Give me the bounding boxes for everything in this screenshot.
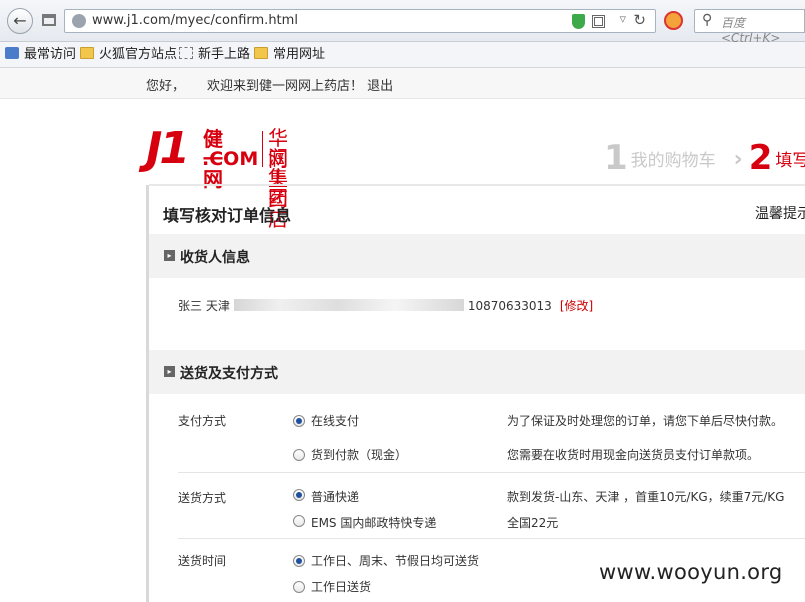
qr-code-icon[interactable] <box>592 15 605 28</box>
bookmark-icon <box>5 47 19 59</box>
logo-domain: .COM <box>202 148 259 170</box>
checkout-steps: 1 我的购物车 › 2 填写 <box>604 138 805 178</box>
bookmark-common-sites[interactable]: 常用网址 <box>254 46 325 64</box>
delivery-time-label: 送货时间 <box>178 554 227 568</box>
normal-express-note: 款到发货-山东、天津 ，首重10元/KG，续重7元/KG <box>507 490 785 504</box>
url-text[interactable]: www.j1.com/myec/confirm.html <box>92 13 298 28</box>
search-icon: ⚲ <box>702 12 713 28</box>
radio-ems[interactable] <box>293 515 305 527</box>
top-welcome-bar: 您好， 欢迎来到健一网网上药店！ 退出 <box>0 68 805 99</box>
option-workday[interactable]: 工作日送货 <box>311 578 371 595</box>
back-button[interactable]: ← <box>7 8 33 34</box>
redacted-address <box>233 299 464 311</box>
folder-icon <box>80 47 94 59</box>
receiver-info: 张三 天津 10870633013 [修改] <box>178 297 593 314</box>
step-number: 1 <box>604 138 628 178</box>
bookmark-getting-started[interactable]: 新手上路 <box>179 46 250 64</box>
section-title: 送货及支付方式 <box>180 366 278 382</box>
logo-separator <box>262 131 263 167</box>
ems-note: 全国22元 <box>507 516 559 530</box>
receiver-section-header: ▸ 收货人信息 <box>149 234 805 278</box>
addon-block-icon[interactable] <box>664 11 683 30</box>
globe-icon <box>72 14 86 28</box>
bookmark-label: 火狐官方站点 <box>99 47 178 62</box>
radio-any-day[interactable] <box>293 555 305 567</box>
option-online-pay[interactable]: 在线支付 <box>311 412 359 429</box>
receiver-phone: 10870633013 <box>467 299 552 313</box>
shield-icon[interactable] <box>572 14 585 29</box>
radio-workday[interactable] <box>293 581 305 593</box>
option-normal-express[interactable]: 普通快递 <box>311 488 359 505</box>
address-bar[interactable]: www.j1.com/myec/confirm.html ▿ ↻ <box>64 9 656 33</box>
bookmark-label: 最常访问 <box>24 47 77 62</box>
modify-receiver-link[interactable]: [修改] <box>560 299 593 313</box>
bookmark-label: 常用网址 <box>273 47 326 62</box>
step-label: 填写 <box>775 151 805 171</box>
receiver-name: 张三 天津 <box>178 299 230 313</box>
page-title: 填写核对订单信息 <box>163 206 292 225</box>
bookmark-firefox-site[interactable]: 火狐官方站点 <box>80 46 177 64</box>
welcome-message: 欢迎来到健一网网上药店！ <box>207 79 364 94</box>
step-label: 我的购物车 <box>630 151 716 171</box>
section-title: 收货人信息 <box>180 250 250 266</box>
step-fill-order: 2 填写 <box>749 138 805 178</box>
content-top-rule <box>149 184 805 186</box>
radio-online-pay[interactable] <box>293 415 305 427</box>
step-arrow-icon: › <box>733 147 743 172</box>
divider <box>178 538 805 539</box>
collapse-icon[interactable]: ▸ <box>164 250 175 261</box>
radio-normal-express[interactable] <box>293 489 305 501</box>
logout-link[interactable]: 退出 <box>367 79 393 94</box>
delivery-section-header: ▸ 送货及支付方式 <box>149 350 805 394</box>
payment-method-label: 支付方式 <box>178 414 227 428</box>
option-any-day[interactable]: 工作日、周末、节假日均可送货 <box>311 552 479 569</box>
step-number: 2 <box>748 138 773 178</box>
reload-icon[interactable]: ↻ <box>633 11 646 29</box>
divider <box>178 472 805 473</box>
folder-icon <box>254 47 268 59</box>
bookmarks-bar: 最常访问 火狐官方站点 新手上路 常用网址 <box>0 42 805 68</box>
watermark: www.wooyun.org <box>599 560 783 584</box>
tip-heading: 温馨提示 <box>755 206 805 222</box>
welcome-text: 您好， 欢迎来到健一网网上药店！ 退出 <box>146 75 393 94</box>
cod-note: 您需要在收货时用现金向送货员支付订单款项。 <box>507 448 760 462</box>
dropdown-arrow-icon[interactable]: ▿ <box>619 12 626 27</box>
greeting: 您好， <box>146 79 186 94</box>
search-placeholder: 百度 <Ctrl+K> <box>721 16 781 45</box>
shipping-method-label: 送货方式 <box>178 491 227 505</box>
step-cart: 1 我的购物车 <box>604 138 716 178</box>
page-icon <box>179 47 193 59</box>
bookmark-label: 新手上路 <box>198 47 251 62</box>
collapse-icon[interactable]: ▸ <box>164 366 175 377</box>
bookmark-most-visited[interactable]: 最常访问 <box>5 46 76 64</box>
online-pay-note: 为了保证及时处理您的订单，请您下单后尽快付款。 <box>507 414 784 428</box>
search-input[interactable]: ⚲ 百度 <Ctrl+K> <box>694 9 805 45</box>
browser-toolbar: ← www.j1.com/myec/confirm.html ▿ ↻ ⚲ 百度 … <box>0 0 805 45</box>
logo-j1: J1 <box>146 123 190 174</box>
option-ems[interactable]: EMS 国内邮政特快专递 <box>311 514 436 531</box>
option-cod[interactable]: 货到付款（现金） <box>311 446 407 463</box>
page-info-icon[interactable] <box>42 14 56 26</box>
radio-cod[interactable] <box>293 449 305 461</box>
